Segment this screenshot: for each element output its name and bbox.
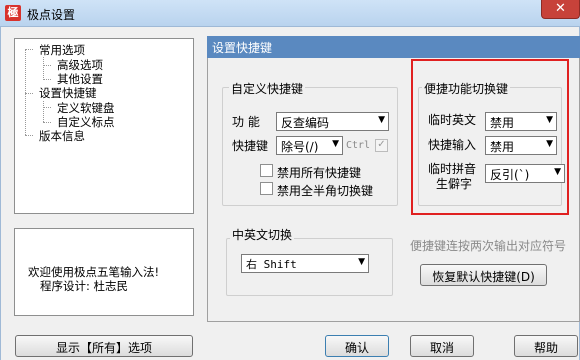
- restore-defaults-button[interactable]: 恢复默认快捷键(D): [420, 264, 547, 286]
- settings-tree: 常用选项 高级选项 其他设置 设置快捷键 定义软键盘 自定义标点 版本信息: [14, 38, 194, 214]
- chevron-down-icon: ▼: [378, 115, 385, 125]
- ctrl-label: Ctrl: [346, 140, 371, 151]
- cn-en-switch-select[interactable]: 右 Shift ▼: [241, 254, 369, 273]
- chevron-down-icon: ▼: [332, 139, 339, 149]
- temp-input-label: 快捷输入: [428, 138, 477, 152]
- ok-button[interactable]: 确认: [325, 335, 389, 357]
- disable-halfwidth-label: 禁用全半角切换键: [277, 184, 374, 198]
- chevron-down-icon: ▼: [554, 167, 561, 177]
- temp-english-label: 临时英文: [428, 113, 477, 127]
- function-select[interactable]: 反查编码 ▼: [276, 112, 389, 131]
- shortcut-select[interactable]: 除号(/) ▼: [276, 136, 343, 155]
- welcome-box: 欢迎使用极点五笔输入法! 程序设计: 杜志民: [14, 228, 194, 316]
- disable-all-shortcuts-checkbox[interactable]: [260, 164, 273, 177]
- double-press-hint: 便捷键连按两次输出对应符号: [410, 239, 567, 253]
- chevron-down-icon: ▼: [358, 257, 365, 267]
- temp-english-value: 禁用: [490, 116, 515, 130]
- function-select-value: 反查编码: [281, 116, 330, 130]
- tree-item-shortcut-settings[interactable]: 设置快捷键: [39, 85, 97, 101]
- close-button[interactable]: ✕: [541, 0, 580, 19]
- cancel-button[interactable]: 取消: [410, 335, 474, 357]
- disable-halfwidth-checkbox[interactable]: [260, 182, 273, 195]
- function-label: 功 能: [232, 115, 260, 129]
- window-title: 极点设置: [27, 8, 76, 22]
- custom-shortcut-group-title: 自定义快捷键: [229, 80, 306, 97]
- cn-en-switch-group-title: 中英文切换: [230, 226, 295, 243]
- temp-english-select[interactable]: 禁用 ▼: [485, 112, 557, 131]
- author-text: 程序设计: 杜志民: [40, 279, 129, 293]
- disable-all-shortcuts-label: 禁用所有快捷键: [277, 166, 362, 180]
- help-button[interactable]: 帮助: [514, 335, 578, 357]
- tree-item-version-info[interactable]: 版本信息: [39, 128, 85, 144]
- show-all-options-button[interactable]: 显示【所有】选项: [15, 335, 193, 357]
- app-icon: 極: [5, 5, 21, 21]
- title-bar: [0, 0, 580, 27]
- shortcut-select-value: 除号(/): [281, 140, 319, 154]
- temp-input-select[interactable]: 禁用 ▼: [485, 136, 557, 155]
- chevron-down-icon: ▼: [546, 115, 553, 125]
- temp-pinyin-select[interactable]: 反引(`) ▼: [485, 164, 565, 183]
- chevron-down-icon: ▼: [546, 139, 553, 149]
- ctrl-checkbox[interactable]: ✓: [375, 139, 388, 152]
- temp-pinyin-value: 反引(`): [490, 168, 530, 182]
- tree-item-common-options[interactable]: 常用选项: [39, 42, 85, 58]
- temp-pinyin-label-2: 生僻字: [436, 177, 473, 191]
- toggle-keys-group-title: 便捷功能切换键: [422, 80, 511, 97]
- panel-header: 设置快捷键: [207, 36, 580, 58]
- cn-en-switch-value: 右 Shift: [246, 258, 297, 271]
- temp-input-value: 禁用: [490, 140, 515, 154]
- shortcut-label: 快捷键: [232, 139, 269, 153]
